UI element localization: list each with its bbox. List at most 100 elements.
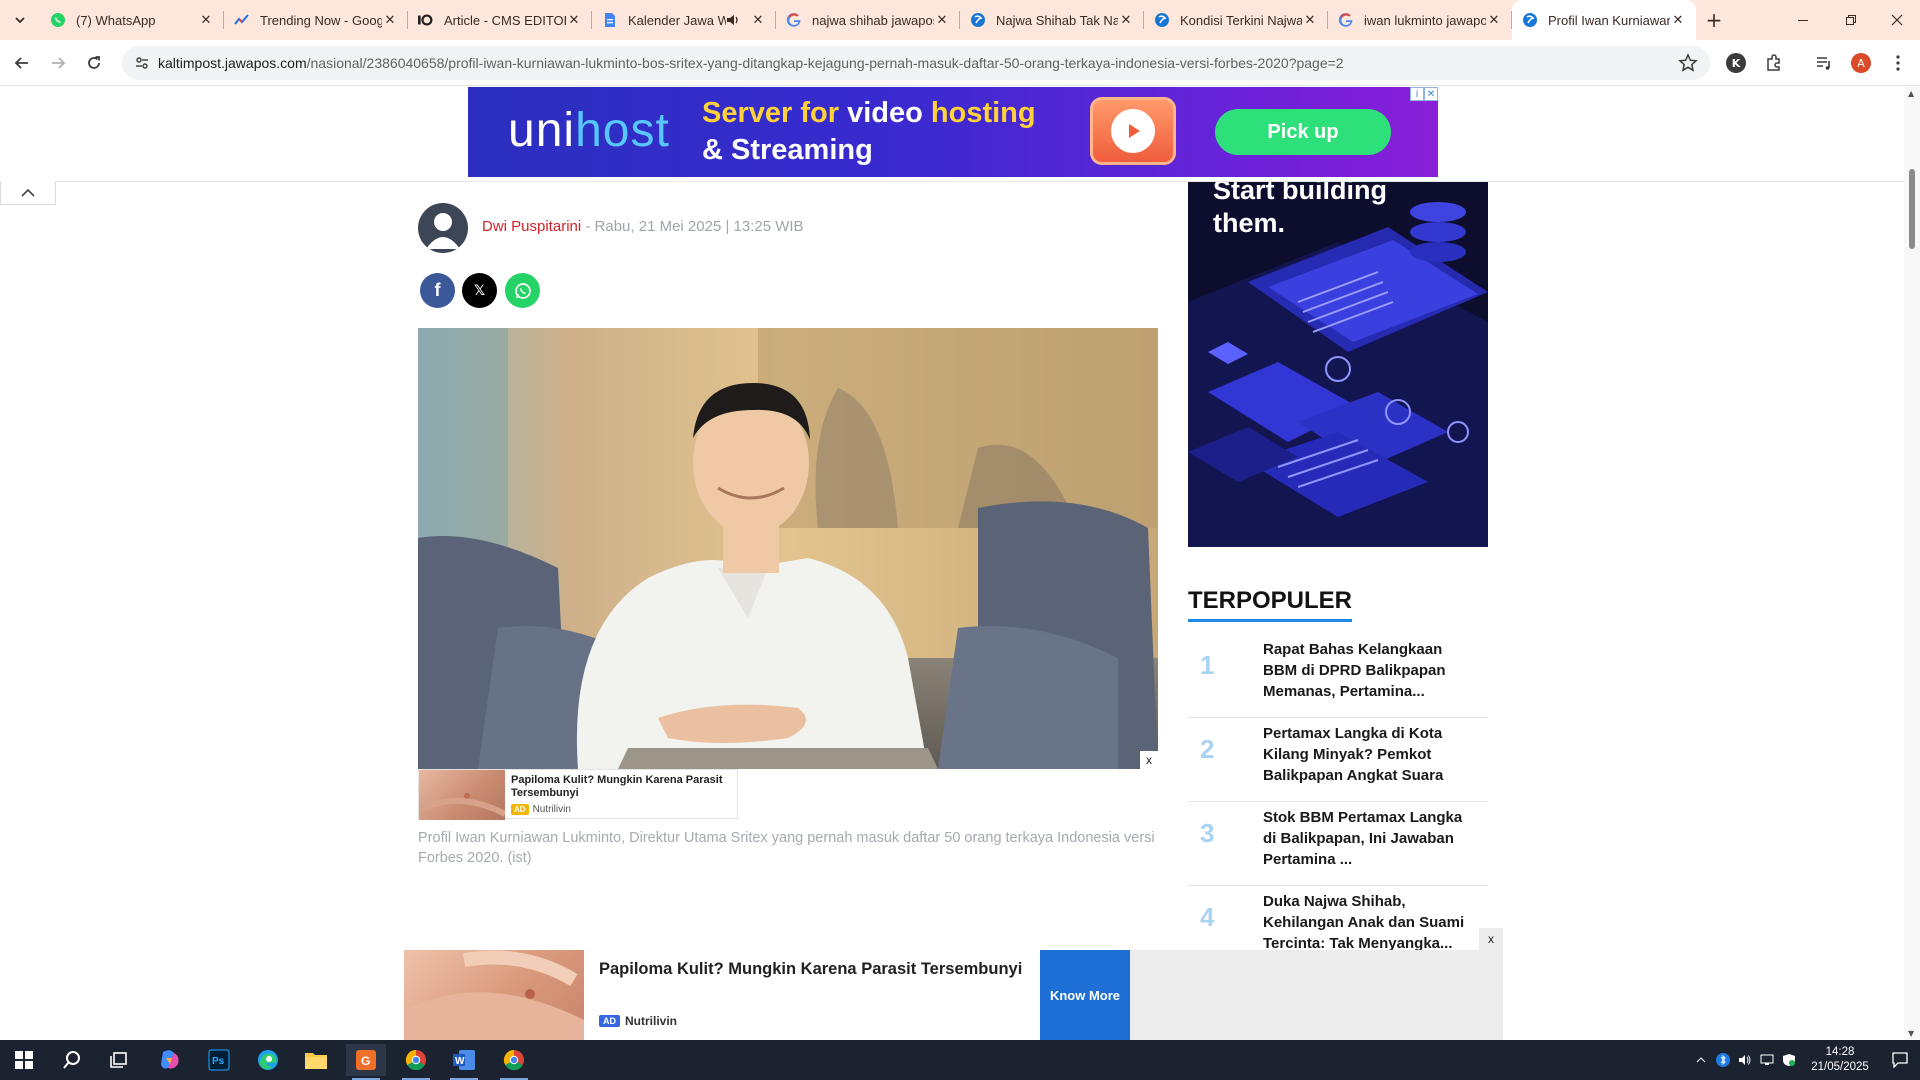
close-overlay-button[interactable]: x (1140, 751, 1158, 769)
extensions-button[interactable] (1760, 49, 1788, 77)
ad-close-icon[interactable]: ✕ (1424, 87, 1438, 101)
close-icon[interactable]: ✕ (934, 12, 950, 28)
edge-icon (258, 1050, 278, 1070)
chrome-app-2[interactable] (494, 1044, 534, 1080)
author-name[interactable]: Dwi Puspitarini (482, 218, 581, 235)
popular-rank: 3 (1200, 818, 1215, 848)
task-view-button[interactable] (100, 1044, 140, 1076)
collapse-header-button[interactable] (0, 181, 56, 205)
speaker-icon[interactable] (726, 13, 740, 27)
ad-info-icon[interactable]: i (1410, 87, 1424, 101)
site-info-icon[interactable] (130, 51, 154, 75)
chevron-up-icon[interactable] (1690, 1040, 1712, 1080)
tab-kondisi-najwa[interactable]: Kondisi Terkini Najwa ✕ (1144, 0, 1328, 40)
close-icon[interactable]: ✕ (750, 12, 766, 28)
network-icon[interactable] (1756, 1040, 1778, 1080)
tab-iwan-search[interactable]: iwan lukminto jawapos ✕ (1328, 0, 1512, 40)
author-avatar[interactable] (418, 203, 468, 253)
tab-title: Article - CMS EDITOR (444, 12, 566, 28)
search-button[interactable] (52, 1044, 92, 1076)
restore-icon (1846, 15, 1856, 25)
close-icon[interactable]: ✕ (1302, 12, 1318, 28)
header-divider (56, 181, 1904, 182)
close-icon[interactable]: ✕ (198, 12, 214, 28)
inline-native-ad[interactable]: Papiloma Kulit? Mungkin Karena Parasit T… (418, 769, 738, 820)
tab-profil-iwan[interactable]: Profil Iwan Kurniawan ✕ (1512, 0, 1696, 40)
photoshop-app[interactable]: Ps (199, 1044, 239, 1076)
close-icon[interactable]: ✕ (382, 12, 398, 28)
scroll-up-arrow-icon[interactable]: ▲ (1908, 89, 1914, 98)
volume-icon[interactable] (1734, 1040, 1756, 1080)
tab-kalender-jawa[interactable]: Kalender Jawa Weton ✕ (592, 0, 776, 40)
bluetooth-icon[interactable] (1712, 1040, 1734, 1080)
headline-part: hosting (922, 97, 1036, 129)
share-facebook-button[interactable]: f (420, 273, 455, 308)
media-control-button[interactable] (1810, 49, 1838, 77)
tab-google-trends[interactable]: Trending Now - Google Trends ✕ (224, 0, 408, 40)
page-scrollbar[interactable]: ▲ ▼ (1904, 87, 1920, 1040)
windows-taskbar: Ps G W 14:28 21/05/2025 (0, 1040, 1920, 1080)
svg-text:G: G (361, 1054, 370, 1068)
close-icon[interactable]: ✕ (566, 12, 582, 28)
scroll-down-arrow-icon[interactable]: ▼ (1908, 1029, 1914, 1038)
extension-k-icon[interactable]: K (1726, 53, 1746, 73)
arrow-left-icon (14, 57, 28, 69)
popular-item[interactable]: 3 Stok BBM Pertamax Langka di Balikpapan… (1188, 802, 1488, 886)
popular-title[interactable]: Rapat Bahas Kelangkaan BBM di DPRD Balik… (1263, 639, 1473, 702)
close-icon[interactable]: ✕ (1670, 12, 1686, 28)
share-x-button[interactable]: 𝕏 (462, 273, 497, 308)
edge-app[interactable] (248, 1044, 288, 1076)
word-icon: W (453, 1050, 475, 1070)
close-icon[interactable]: ✕ (1486, 12, 1502, 28)
ms365-app[interactable]: G (346, 1044, 386, 1080)
popular-title[interactable]: Pertamax Langka di Kota Kilang Minyak? P… (1263, 723, 1473, 786)
clock[interactable]: 14:28 21/05/2025 (1800, 1045, 1880, 1075)
back-button[interactable] (8, 49, 36, 77)
start-button[interactable] (4, 1044, 44, 1076)
popular-title[interactable]: Stok BBM Pertamax Langka di Balikpapan, … (1263, 807, 1473, 870)
chrome-app[interactable] (396, 1044, 436, 1080)
forward-button[interactable] (44, 49, 72, 77)
tab-najwa-tak[interactable]: Najwa Shihab Tak Nanti ✕ (960, 0, 1144, 40)
ad-choices[interactable]: i ✕ (1410, 87, 1438, 101)
new-tab-button[interactable]: + (1702, 8, 1726, 32)
profile-avatar[interactable]: A (1851, 53, 1871, 73)
popular-item[interactable]: 1 Rapat Bahas Kelangkaan BBM di DPRD Bal… (1188, 634, 1488, 718)
bookmark-star-icon[interactable] (1678, 53, 1698, 77)
scroll-thumb[interactable] (1909, 169, 1915, 249)
close-window-button[interactable] (1874, 0, 1920, 40)
url-domain: kaltimpost.jawapos.com (158, 55, 307, 71)
close-icon[interactable]: ✕ (1118, 12, 1134, 28)
share-whatsapp-button[interactable] (505, 273, 540, 308)
tab-search-button[interactable] (8, 8, 32, 32)
notification-icon[interactable] (1880, 1040, 1920, 1080)
top-banner-ad[interactable]: unihost Server for video hosting & Strea… (468, 87, 1438, 177)
pick-up-button[interactable]: Pick up (1215, 109, 1391, 155)
copilot-app[interactable] (150, 1044, 190, 1076)
popular-title[interactable]: Duka Najwa Shihab, Kehilangan Anak dan S… (1263, 891, 1473, 954)
word-app[interactable]: W (444, 1044, 484, 1080)
tab-najwa-search[interactable]: najwa shihab jawapos ✕ (776, 0, 960, 40)
close-icon (1891, 14, 1903, 26)
menu-button[interactable] (1884, 49, 1912, 77)
minimize-button[interactable] (1780, 0, 1826, 40)
url-text[interactable]: kaltimpost.jawapos.com/nasional/23860406… (158, 55, 1344, 71)
address-bar[interactable]: kaltimpost.jawapos.com/nasional/23860406… (122, 46, 1710, 80)
popular-item[interactable]: 2 Pertamax Langka di Kota Kilang Minyak?… (1188, 718, 1488, 802)
file-explorer-app[interactable] (296, 1044, 336, 1076)
svg-text:Ps: Ps (212, 1056, 225, 1067)
bottom-ad-close-button[interactable]: x (1479, 928, 1503, 950)
restore-button[interactable] (1828, 0, 1874, 40)
svg-text:W: W (455, 1056, 465, 1067)
ad-title[interactable]: Papiloma Kulit? Mungkin Karena Parasit T… (511, 774, 736, 800)
popular-rank: 2 (1200, 734, 1215, 764)
tab-cms-editor[interactable]: Article - CMS EDITOR ✕ (408, 0, 592, 40)
reload-button[interactable] (80, 49, 108, 77)
ad-tag: AD (599, 1015, 620, 1027)
security-icon[interactable] (1778, 1040, 1800, 1080)
tab-whatsapp[interactable]: (7) WhatsApp ✕ (40, 0, 224, 40)
bottom-sticky-ad[interactable]: Papiloma Kulit? Mungkin Karena Parasit T… (404, 950, 1503, 1040)
ad-title[interactable]: Papiloma Kulit? Mungkin Karena Parasit T… (599, 960, 1022, 979)
sidebar-ad[interactable]: Start building them. (1188, 182, 1488, 547)
know-more-button[interactable]: Know More (1040, 950, 1130, 1040)
